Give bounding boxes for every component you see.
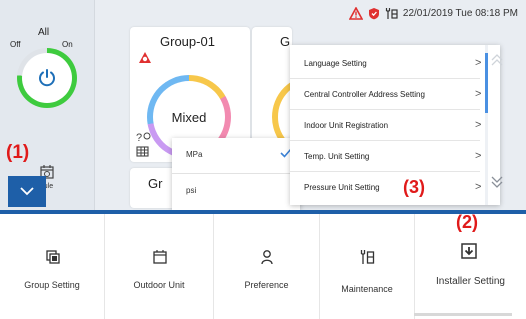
menu-item-label: Indoor Unit Registration — [304, 121, 389, 130]
group-name: G — [280, 34, 291, 49]
scroll-up-icon[interactable] — [490, 53, 504, 67]
master-control-panel: All Off On edule (1) — [0, 0, 95, 210]
group-setting-icon — [46, 250, 60, 264]
svg-text:?: ? — [136, 132, 142, 144]
menu-preference[interactable]: Preference — [213, 214, 319, 319]
chevron-right-icon: > — [475, 57, 482, 69]
bottom-menu-label: Outdoor Unit — [133, 280, 185, 290]
status-right: 22/01/2019 Tue 08:18 PM — [348, 7, 518, 20]
chevron-right-icon: > — [475, 88, 482, 100]
selected-tab-indicator — [414, 313, 512, 316]
scroll-down-icon[interactable] — [490, 175, 504, 189]
alert-triangle-icon[interactable] — [348, 7, 363, 20]
unit-option-mpa[interactable]: MPa — [172, 138, 300, 174]
power-button-face[interactable] — [22, 53, 72, 103]
menu-group-setting[interactable]: Group Setting — [0, 214, 104, 319]
screen: 22/01/2019 Tue 08:18 PM All Off On edu — [0, 0, 526, 319]
wrench-icon[interactable] — [385, 7, 399, 20]
menu-scroll-thumb[interactable] — [485, 53, 488, 113]
installer-settings-menu: Language Setting > Central Controller Ad… — [290, 45, 503, 205]
bottom-menu-bar: Group Setting Outdoor Unit Preference Ma… — [0, 212, 526, 319]
on-label: On — [62, 40, 73, 49]
maintenance-icon — [360, 250, 375, 264]
master-power-toggle[interactable] — [17, 48, 77, 108]
chevron-right-icon: > — [475, 181, 482, 193]
menu-item-label: Language Setting — [304, 59, 367, 68]
card-status-icons: ? — [136, 130, 152, 163]
group-name: Group-01 — [160, 34, 215, 49]
menu-item-pressure-unit[interactable]: Pressure Unit Setting > — [290, 172, 482, 203]
bottom-menu-label: Preference — [244, 280, 289, 290]
unit-option-psi[interactable]: psi — [172, 174, 300, 210]
warning-icon — [139, 52, 151, 63]
bottom-menu-label: Group Setting — [24, 280, 80, 290]
annotation-marker-3: (3) — [403, 177, 425, 197]
power-icon — [39, 69, 55, 87]
group-name: Gr — [148, 176, 163, 191]
menu-maintenance[interactable]: Maintenance — [319, 214, 414, 319]
collapse-button[interactable] — [8, 176, 46, 207]
menu-item-label: Central Controller Address Setting — [304, 90, 425, 99]
menu-item-label: Temp. Unit Setting — [304, 152, 370, 161]
status-datetime: 22/01/2019 Tue 08:18 PM — [402, 8, 518, 19]
shield-icon[interactable] — [367, 7, 381, 20]
annotation-marker-1: (1) — [6, 142, 30, 163]
unit-label: MPa — [186, 150, 203, 159]
chevron-right-icon: > — [475, 150, 482, 162]
pressure-unit-popup: MPa psi — [172, 138, 300, 210]
bottom-menu-label: Installer Setting — [436, 276, 505, 287]
menu-item-indoor-unit-registration[interactable]: Indoor Unit Registration > — [290, 110, 482, 141]
menu-outdoor-unit[interactable]: Outdoor Unit — [104, 214, 213, 319]
chevron-right-icon: > — [475, 119, 482, 131]
chevron-down-icon — [20, 187, 34, 196]
annotation-marker-2: (2) — [456, 212, 478, 232]
installer-setting-icon — [461, 243, 477, 259]
menu-item-central-controller-address[interactable]: Central Controller Address Setting > — [290, 79, 482, 110]
menu-item-temp-unit[interactable]: Temp. Unit Setting > — [290, 141, 482, 172]
bottom-menu-label: Maintenance — [341, 284, 393, 294]
status-icons: ? — [136, 132, 151, 157]
menu-item-language[interactable]: Language Setting > — [290, 48, 482, 79]
menu-item-label: Pressure Unit Setting — [304, 183, 380, 192]
preference-icon — [261, 250, 273, 265]
outdoor-unit-icon — [153, 250, 167, 264]
all-label: All — [38, 27, 50, 38]
off-label: Off — [10, 40, 21, 49]
unit-label: psi — [186, 186, 197, 195]
